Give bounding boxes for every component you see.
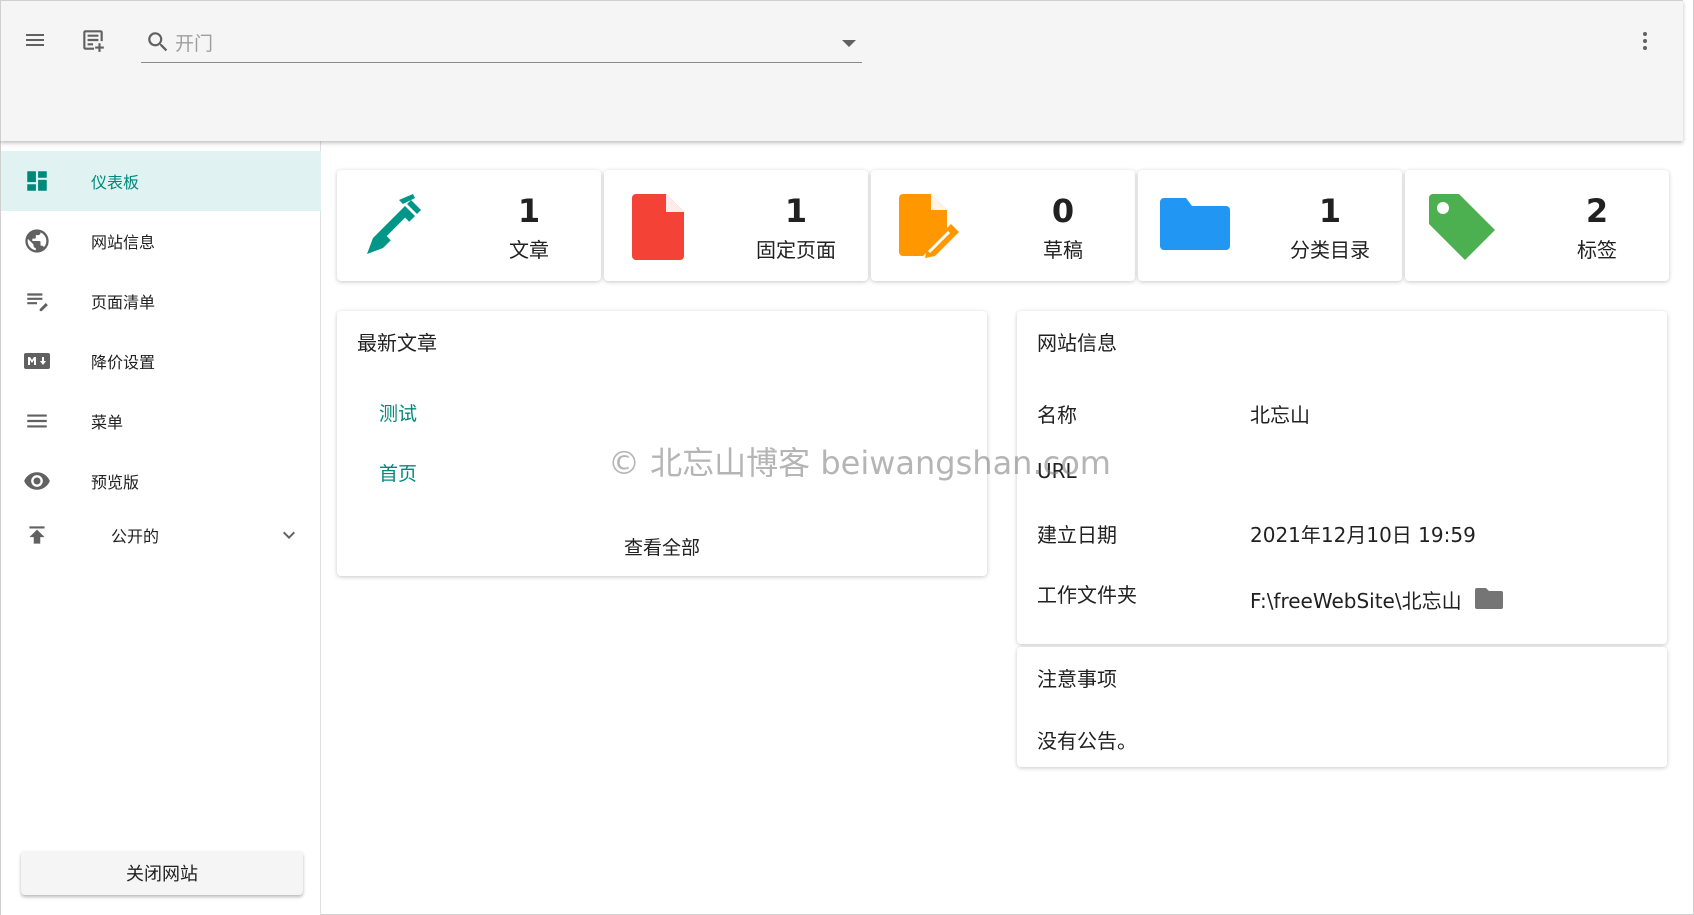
stat-count: 1 <box>784 192 808 230</box>
search-bar[interactable] <box>141 23 862 63</box>
stat-label: 标签 <box>1577 238 1617 262</box>
stat-label: 文章 <box>509 238 549 262</box>
stat-count: 1 <box>1318 192 1342 230</box>
draft-edit-icon <box>897 192 967 262</box>
view-all-button[interactable]: 查看全部 <box>337 533 987 560</box>
dropdown-arrow-icon[interactable] <box>842 40 856 47</box>
app-window: 仪表板 网站信息 页面清单 降价设置 菜单 <box>0 0 1694 915</box>
search-input[interactable] <box>175 31 815 57</box>
site-info-title: 网站信息 <box>1037 331 1117 355</box>
sidebar-item-dashboard[interactable]: 仪表板 <box>1 151 321 211</box>
sidebar-item-label: 页面清单 <box>91 293 156 312</box>
eye-icon <box>23 467 51 495</box>
sidebar-item-preview[interactable]: 预览版 <box>1 451 321 511</box>
stat-card-posts[interactable]: 1 文章 <box>337 170 601 281</box>
top-app-bar <box>0 0 1683 141</box>
new-post-icon[interactable] <box>73 20 113 60</box>
close-site-button[interactable]: 关闭网站 <box>21 851 303 895</box>
stat-label: 固定页面 <box>756 238 836 262</box>
open-folder-icon[interactable] <box>1475 586 1503 614</box>
info-value-created: 2021年12月10日 19:59 <box>1250 523 1476 547</box>
sidebar-item-label: 网站信息 <box>91 233 156 252</box>
sidebar-item-label: 预览版 <box>91 473 140 492</box>
tag-icon <box>1427 192 1497 262</box>
sidebar-item-publish[interactable]: 公开的 <box>1 505 321 565</box>
sidebar-item-markdown-settings[interactable]: 降价设置 <box>1 331 321 391</box>
publish-icon <box>23 521 51 549</box>
menu-lines-icon <box>23 407 51 435</box>
search-icon <box>145 29 171 59</box>
info-label-folder: 工作文件夹 <box>1037 583 1137 607</box>
info-value-name: 北忘山 <box>1250 403 1310 427</box>
post-link[interactable]: 首页 <box>379 459 417 486</box>
stat-card-categories[interactable]: 1 分类目录 <box>1138 170 1402 281</box>
stat-card-tags[interactable]: 2 标签 <box>1405 170 1669 281</box>
recent-posts-card: 最新文章 测试 首页 查看全部 <box>337 311 987 576</box>
recent-posts-title: 最新文章 <box>357 331 437 355</box>
markdown-icon <box>23 347 51 375</box>
stat-card-drafts[interactable]: 0 草稿 <box>871 170 1135 281</box>
notice-title: 注意事项 <box>1037 667 1117 691</box>
sidebar-item-menu[interactable]: 菜单 <box>1 391 321 451</box>
pen-icon <box>359 192 429 262</box>
menu-icon[interactable] <box>15 20 55 60</box>
document-icon <box>630 192 700 262</box>
more-vert-icon[interactable] <box>1625 21 1665 61</box>
sidebar-item-label: 降价设置 <box>91 353 156 372</box>
stat-label: 草稿 <box>1043 238 1083 262</box>
stat-count: 1 <box>517 192 541 230</box>
chevron-down-icon[interactable] <box>277 523 301 551</box>
info-label-name: 名称 <box>1037 403 1077 427</box>
info-label-created: 建立日期 <box>1037 523 1117 547</box>
info-value-folder: F:\freeWebSite\北忘山 <box>1250 589 1462 613</box>
notice-card: 注意事项 没有公告。 <box>1017 647 1667 767</box>
sidebar-item-page-list[interactable]: 页面清单 <box>1 271 321 331</box>
stat-count: 2 <box>1585 192 1609 230</box>
dashboard-icon <box>23 167 51 195</box>
stat-label: 分类目录 <box>1290 238 1370 262</box>
sidebar-item-label: 菜单 <box>91 413 124 432</box>
globe-icon <box>23 227 51 255</box>
sidebar-item-label: 仪表板 <box>91 173 140 192</box>
post-link[interactable]: 测试 <box>379 399 417 426</box>
info-label-url: URL <box>1037 459 1077 483</box>
site-info-card: 网站信息 名称 北忘山 URL 建立日期 2021年12月10日 19:59 工… <box>1017 311 1667 644</box>
sidebar-item-site-info[interactable]: 网站信息 <box>1 211 321 271</box>
stat-count: 0 <box>1051 192 1075 230</box>
folder-icon <box>1160 196 1230 266</box>
edit-list-icon <box>23 287 51 315</box>
sidebar: 仪表板 网站信息 页面清单 降价设置 菜单 预览版 公开的 关闭网站 <box>0 141 321 915</box>
sidebar-item-label: 公开的 <box>111 527 160 546</box>
notice-text: 没有公告。 <box>1037 729 1137 753</box>
stat-card-pages[interactable]: 1 固定页面 <box>604 170 868 281</box>
